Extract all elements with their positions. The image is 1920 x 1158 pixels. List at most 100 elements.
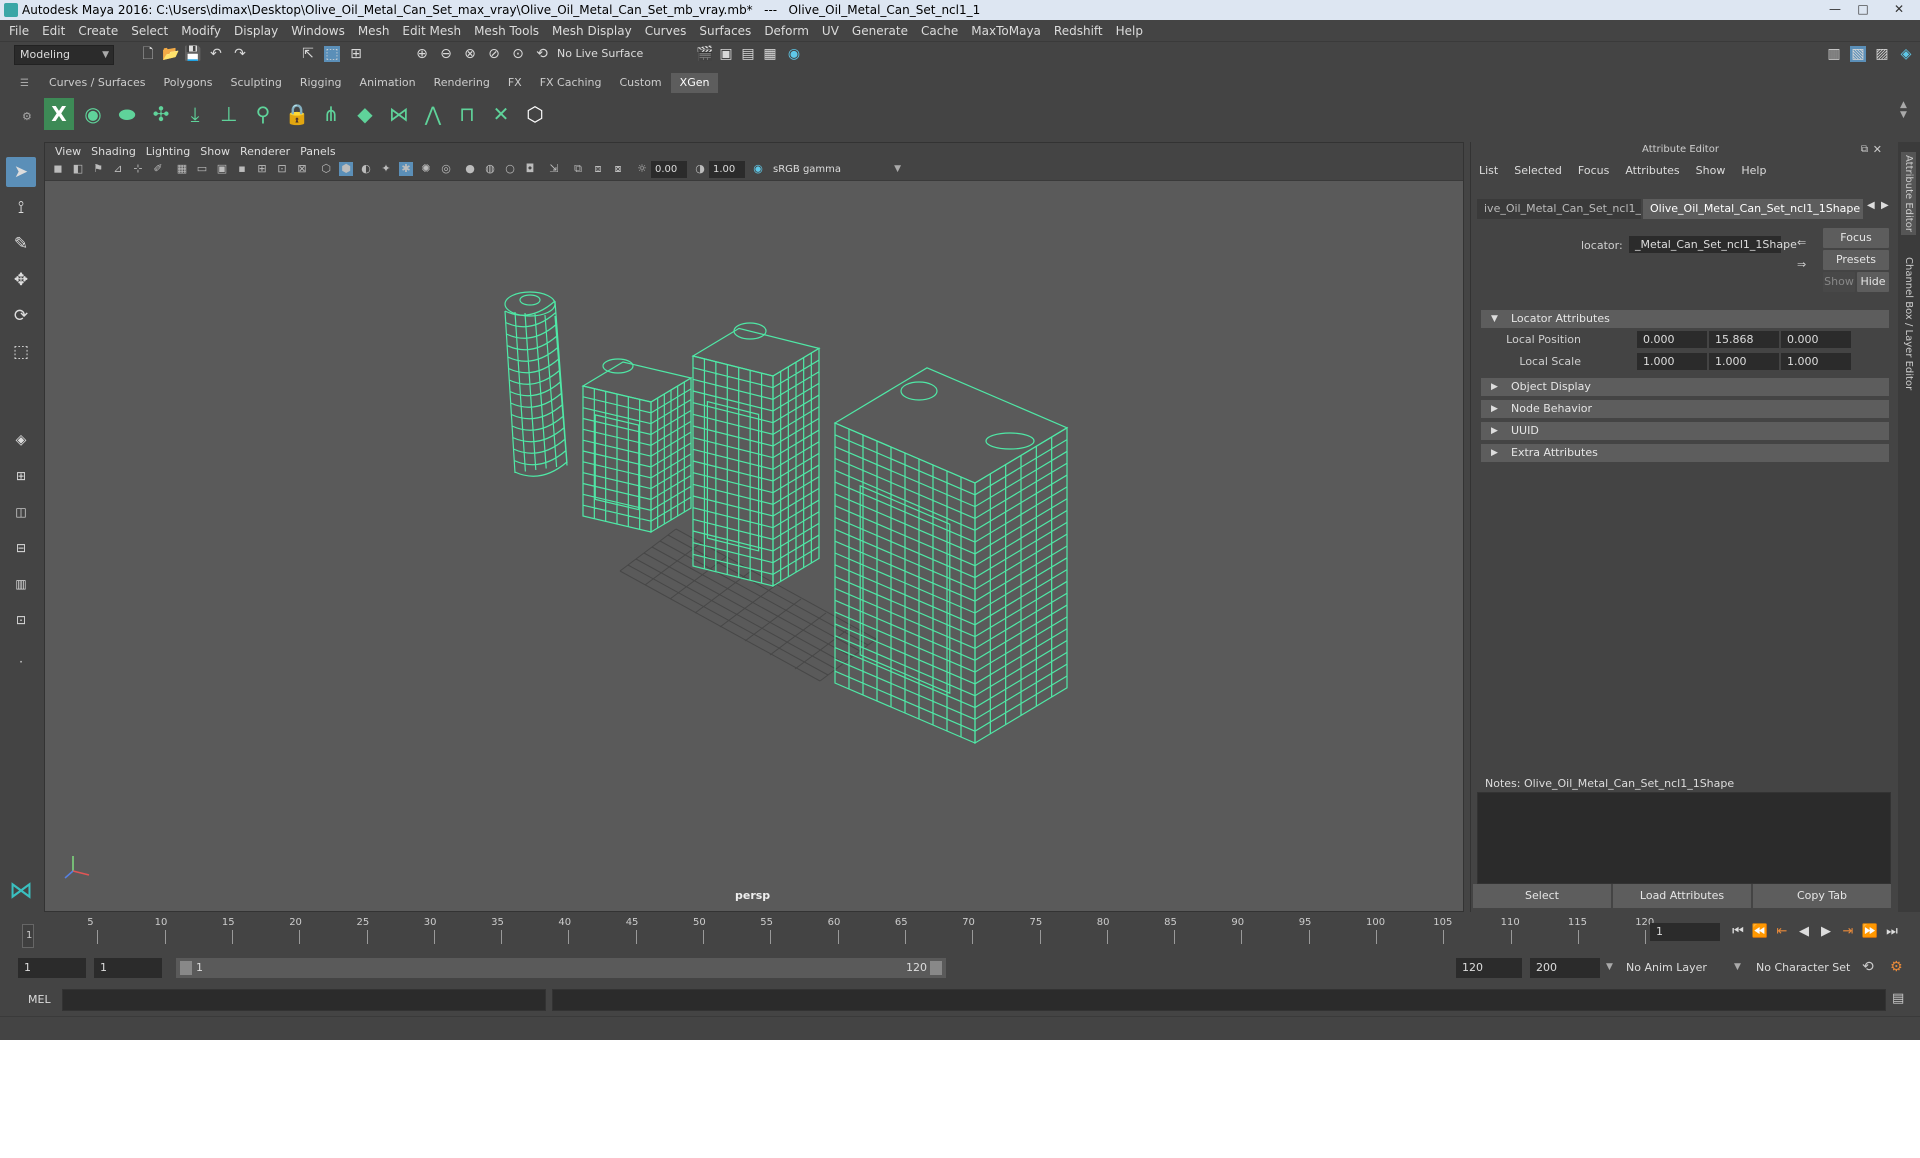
tab-animation[interactable]: Animation (351, 73, 425, 93)
select-tool-icon[interactable]: ➤ (6, 157, 36, 187)
motion-blur-icon[interactable]: ◍ (483, 162, 497, 176)
move-tool-icon[interactable]: ✥ (6, 265, 36, 295)
menu-windows[interactable]: Windows (291, 24, 345, 38)
menu-deform[interactable]: Deform (764, 24, 809, 38)
save-scene-icon[interactable]: 💾 (184, 46, 201, 62)
menu-mesh-display[interactable]: Mesh Display (552, 24, 632, 38)
menu-modify[interactable]: Modify (181, 24, 221, 38)
render-frame-icon[interactable]: ▣ (718, 46, 734, 62)
render-view-icon[interactable]: 🎬 (696, 46, 713, 62)
range-end-handle[interactable] (930, 961, 942, 975)
grid-icon[interactable]: ▦ (175, 162, 189, 176)
minimize-button[interactable]: — (1822, 0, 1848, 18)
presets-button[interactable]: Presets (1823, 250, 1889, 270)
xgen-add-guide-icon[interactable]: ⤓ (180, 98, 210, 130)
section-locator-attributes[interactable]: ▼ Locator Attributes (1481, 310, 1889, 328)
menu-curves[interactable]: Curves (645, 24, 687, 38)
gamma-field[interactable]: 1.00 (709, 161, 745, 178)
local-position-x[interactable]: 0.000 (1637, 331, 1707, 348)
layout-hypershade-icon[interactable]: ⊡ (6, 605, 36, 635)
exposure-field[interactable]: 0.00 (651, 161, 687, 178)
vtab-attribute-editor[interactable]: Attribute Editor (1901, 152, 1916, 235)
image-plane-icon[interactable]: ⊿ (111, 162, 125, 176)
ae-menu-selected[interactable]: Selected (1514, 164, 1562, 177)
shadows-icon[interactable]: ◎ (439, 162, 453, 176)
tab-curves-surfaces[interactable]: Curves / Surfaces (40, 73, 155, 93)
xgen-create-description-icon[interactable]: ◉ (78, 98, 108, 130)
isolate-select-icon[interactable]: ⇲ (547, 162, 561, 176)
shelf-menu-icon[interactable]: ☰ (20, 78, 34, 89)
xgen-editor-icon[interactable]: X (44, 98, 74, 130)
local-position-z[interactable]: 0.000 (1781, 331, 1851, 348)
step-forward-frame-icon[interactable]: ⏩ (1860, 922, 1880, 942)
resolution-gate-icon[interactable]: ▣ (215, 162, 229, 176)
vp-menu-view[interactable]: View (55, 145, 81, 158)
snap-view-icon[interactable]: ⊙ (510, 46, 526, 62)
open-scene-icon[interactable]: 📂 (162, 46, 179, 62)
undo-icon[interactable]: ↶ (208, 46, 224, 62)
ae-focus-icon[interactable]: ⇐ (1797, 236, 1806, 249)
exposure-icon[interactable]: ☼ (635, 162, 649, 176)
chevron-down-icon[interactable]: ▼ (1606, 962, 1613, 972)
xgen-sculpt-guides-icon[interactable]: ⊥ (214, 98, 244, 130)
play-forwards-icon[interactable]: ▶ (1816, 922, 1836, 942)
ae-menu-focus[interactable]: Focus (1578, 164, 1609, 177)
ae-menu-list[interactable]: List (1479, 164, 1498, 177)
select-button[interactable]: Select (1473, 884, 1611, 908)
menu-surfaces[interactable]: Surfaces (699, 24, 751, 38)
menu-uv[interactable]: UV (822, 24, 839, 38)
select-component-icon[interactable]: ⊞ (348, 46, 364, 62)
node-name-field[interactable]: _Metal_Can_Set_ncl1_1Shape (1629, 236, 1797, 253)
gate-mask-icon[interactable]: ▪ (235, 162, 249, 176)
vp-menu-lighting[interactable]: Lighting (146, 145, 190, 158)
menu-edit-mesh[interactable]: Edit Mesh (402, 24, 461, 38)
live-surface-field[interactable]: No Live Surface (552, 45, 648, 65)
wireframe-on-shaded-icon[interactable]: ◐ (359, 162, 373, 176)
layout-outliner-icon[interactable]: ⊟ (6, 533, 36, 563)
ae-menu-help[interactable]: Help (1741, 164, 1766, 177)
layout-custom-icon[interactable]: · (6, 647, 36, 677)
field-chart-icon[interactable]: ⊞ (255, 162, 269, 176)
xray-icon[interactable]: ✱ (399, 162, 413, 176)
range-start-handle[interactable] (180, 961, 192, 975)
xgen-rebuild-guides-icon[interactable]: ⚲ (248, 98, 278, 130)
lasso-tool-icon[interactable]: ⟟ (6, 193, 36, 223)
tab-rendering[interactable]: Rendering (425, 73, 499, 93)
snap-grid-icon[interactable]: ⊕ (414, 46, 430, 62)
load-attributes-button[interactable]: Load Attributes (1613, 884, 1751, 908)
tab-custom[interactable]: Custom (611, 73, 671, 93)
select-hierarchy-icon[interactable]: ⇱ (300, 46, 316, 62)
anim-layer-dropdown[interactable]: No Anim Layer (1620, 958, 1736, 978)
playback-start-field[interactable]: 1 (94, 958, 162, 978)
tab-scroll-left-icon[interactable]: ◀ (1867, 200, 1875, 211)
focus-button[interactable]: Focus (1823, 228, 1889, 248)
depth-of-field-icon[interactable]: ◘ (523, 162, 537, 176)
shelf-scroll-icon[interactable]: ▲ ▼ (1900, 100, 1907, 120)
ae-select-icon[interactable]: ⇒ (1797, 258, 1806, 271)
textured-icon[interactable]: ✦ (379, 162, 393, 176)
ae-close-icon[interactable]: ✕ (1873, 143, 1882, 156)
tab-transform-node[interactable]: ive_Oil_Metal_Can_Set_ncl1_1 (1477, 199, 1641, 219)
workspace-icon[interactable]: ▥ (1826, 46, 1842, 62)
xgen-length-icon[interactable]: ⊓ (452, 98, 482, 130)
make-live-icon[interactable]: ⟲ (534, 46, 550, 62)
menu-create[interactable]: Create (78, 24, 118, 38)
animation-prefs-icon[interactable]: ⚙ (1890, 959, 1903, 975)
auto-key-icon[interactable]: ⟲ (1862, 959, 1874, 975)
menu-redshift[interactable]: Redshift (1054, 24, 1103, 38)
copy-tab-button[interactable]: Copy Tab (1753, 884, 1891, 908)
menu-help[interactable]: Help (1116, 24, 1143, 38)
tab-sculpting[interactable]: Sculpting (221, 73, 290, 93)
snap-curve-icon[interactable]: ⊖ (438, 46, 454, 62)
tool-settings-toggle-icon[interactable]: ▨ (1874, 46, 1890, 62)
ipr-render-icon[interactable]: ▤ (740, 46, 756, 62)
local-scale-x[interactable]: 1.000 (1637, 353, 1707, 370)
ae-menu-attributes[interactable]: Attributes (1625, 164, 1679, 177)
tab-fx-caching[interactable]: FX Caching (531, 73, 611, 93)
tab-xgen[interactable]: XGen (670, 73, 719, 93)
hypershade-icon[interactable]: ◉ (786, 46, 802, 62)
step-forward-key-icon[interactable]: ⇥ (1838, 922, 1858, 942)
backface-icon[interactable]: ⧇ (611, 162, 625, 176)
vp-menu-renderer[interactable]: Renderer (240, 145, 290, 158)
attribute-editor-toggle-icon[interactable]: ▧ (1850, 46, 1866, 62)
